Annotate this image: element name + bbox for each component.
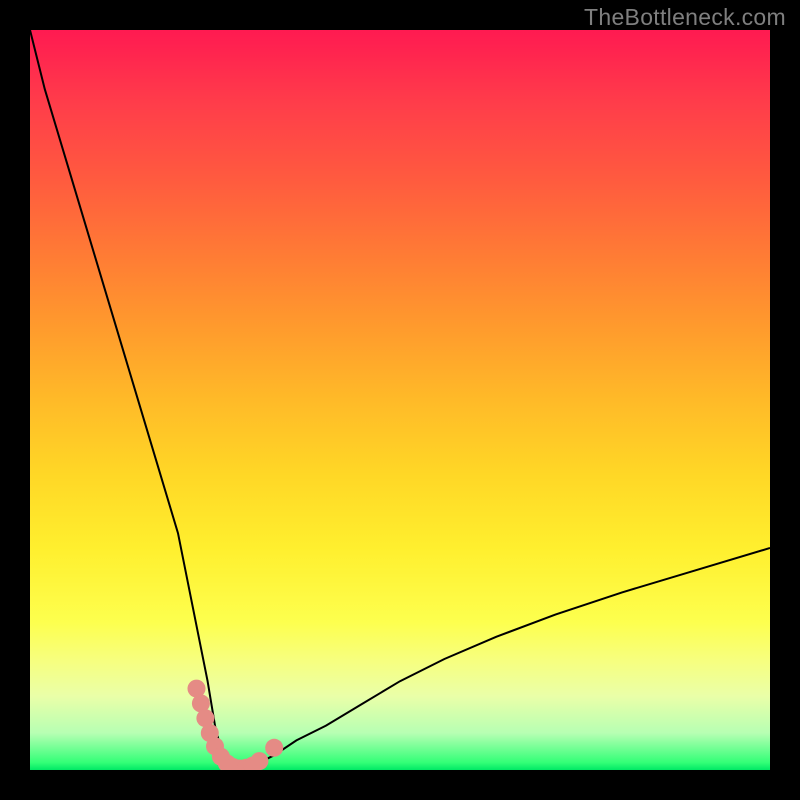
watermark-text: TheBottleneck.com <box>584 4 786 31</box>
curve-layer <box>30 30 770 770</box>
plot-area <box>30 30 770 770</box>
data-point-marker <box>250 752 268 770</box>
chart-frame: TheBottleneck.com <box>0 0 800 800</box>
marker-group <box>188 680 284 770</box>
data-point-marker <box>265 739 283 757</box>
bottleneck-curve <box>30 30 770 770</box>
